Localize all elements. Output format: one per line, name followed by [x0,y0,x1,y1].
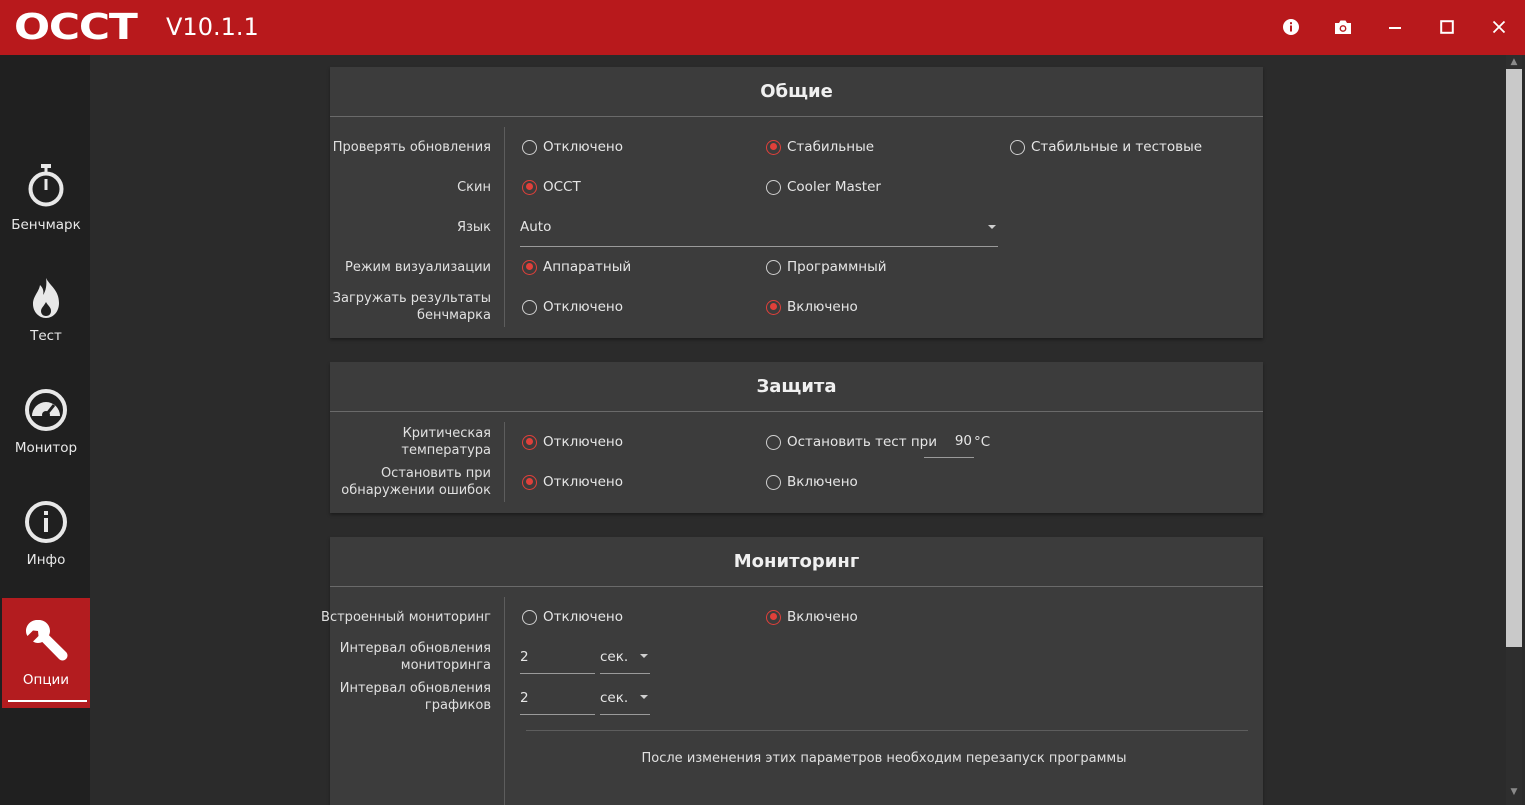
radio-icon [522,299,537,315]
radio-icon [766,179,781,195]
radio-icon [766,609,781,625]
panel-protection: Защита Критическая температура Отключено… [330,362,1263,513]
flame-icon [26,276,66,324]
sidebar-item-label: Опции [22,672,70,688]
radio-render-software[interactable]: Программный [766,247,887,287]
minimize-icon[interactable] [1382,14,1408,40]
radio-icon [1010,139,1025,155]
scroll-down-icon[interactable]: ▼ [1506,785,1522,799]
radio-upload-off[interactable]: Отключено [522,287,623,327]
radio-temp-stop[interactable]: Остановить тест при [766,422,937,462]
setting-upload-results: Загружать результаты бенчмарка Отключено… [330,287,1263,327]
sidebar-item-label: Инфо [26,552,66,568]
radio-updates-stable-beta[interactable]: Стабильные и тестовые [1010,127,1202,167]
radio-icon [766,434,781,450]
radio-icon [766,139,781,155]
radio-upload-on[interactable]: Включено [766,287,858,327]
app-version: V10.1.1 [166,13,259,41]
radio-icon [522,179,537,195]
setting-graph-interval: Интервал обновления графиков 2 сек. [330,677,1263,717]
radio-skin-cooler-master[interactable]: Cooler Master [766,167,881,207]
radio-icon [522,609,537,625]
radio-error-off[interactable]: Отключено [522,462,623,502]
setting-label: Встроенный мониторинг [321,609,491,625]
active-indicator [8,700,87,702]
title-bar: OCCT V10.1.1 [0,0,1525,55]
chevron-down-icon [988,225,996,229]
radio-icon [766,299,781,315]
setting-check-updates: Проверять обновления Отключено Стабильны… [330,127,1263,167]
refresh-interval-input[interactable]: 2 [520,640,595,674]
radio-render-hardware[interactable]: Аппаратный [522,247,631,287]
sidebar-item-info[interactable]: Инфо [2,479,90,589]
setting-label: Критическая температура [401,426,491,458]
app-logo: OCCT [14,7,138,48]
radio-temp-off[interactable]: Отключено [522,422,623,462]
sidebar-item-monitor[interactable]: Монитор [2,367,90,477]
refresh-interval-unit-select[interactable]: сек. [600,640,650,674]
panel-title: Мониторинг [330,537,1263,587]
setting-label: Остановить при обнаружении ошибок [341,466,491,498]
close-icon[interactable] [1486,14,1512,40]
radio-icon [766,259,781,275]
radio-icon [522,434,537,450]
info-icon[interactable] [1278,14,1304,40]
setting-label: Загружать результаты бенчмарка [332,291,491,323]
scroll-up-icon[interactable]: ▲ [1506,55,1522,69]
panel-monitoring: Мониторинг Встроенный мониторинг Отключе… [321,537,1263,805]
radio-updates-stable[interactable]: Стабильные [766,127,874,167]
language-value: Auto [520,218,552,235]
radio-monitoring-on[interactable]: Включено [766,597,858,637]
setting-render-mode: Режим визуализации Аппаратный Программны… [330,247,1263,287]
wrench-icon [23,618,69,668]
setting-label: Скин [457,179,491,195]
setting-label: Язык [456,219,491,235]
temp-unit: °C [974,434,991,450]
radio-icon [522,474,537,490]
sidebar-item-options[interactable]: Опции [2,598,90,708]
panel-general: Общие Проверять обновления Отключено Ста… [330,67,1263,338]
sidebar-item-label: Тест [30,328,62,344]
restart-note: После изменения этих параметров необходи… [641,751,1127,766]
chevron-down-icon [640,695,648,699]
setting-critical-temp: Критическая температура Отключено Остано… [330,422,1263,462]
radio-monitoring-off[interactable]: Отключено [522,597,623,637]
setting-label: Интервал обновления графиков [339,681,491,713]
sidebar-item-benchmark[interactable]: Бенчмарк [2,143,90,253]
panel-title: Защита [330,362,1263,412]
scrollbar[interactable]: ▲ ▼ [1503,55,1525,805]
radio-icon [766,474,781,490]
setting-skin: Скин OCCT Cooler Master [330,167,1263,207]
sidebar-item-label: Монитор [14,440,78,456]
info-circle-icon [24,500,68,548]
gauge-icon [24,388,68,436]
setting-label: Проверять обновления [332,139,491,155]
radio-error-on[interactable]: Включено [766,462,858,502]
radio-updates-off[interactable]: Отключено [522,127,623,167]
setting-refresh-interval: Интервал обновления мониторинга 2 сек. [330,637,1263,677]
language-select[interactable]: Auto [520,207,998,247]
graph-interval-input[interactable]: 2 [520,681,595,715]
stopwatch-icon [25,163,67,213]
sidebar: Бенчмарк Тест Монитор Инфо Опции [0,55,90,805]
panel-title: Общие [330,67,1263,117]
maximize-icon[interactable] [1434,14,1460,40]
radio-icon [522,139,537,155]
setting-stop-on-error: Остановить при обнаружении ошибок Отключ… [330,462,1263,502]
setting-language: Язык Auto [330,207,1263,247]
setting-label: Режим визуализации [344,259,491,275]
setting-builtin-monitoring: Встроенный мониторинг Отключено Включено [321,597,1263,637]
scrollbar-thumb[interactable] [1506,69,1522,647]
temp-limit-input[interactable]: 90 [924,422,974,458]
radio-skin-occt[interactable]: OCCT [522,167,581,207]
camera-icon[interactable] [1330,14,1356,40]
setting-label: Интервал обновления мониторинга [339,641,491,673]
settings-content: Общие Проверять обновления Отключено Ста… [90,55,1503,805]
divider [526,730,1248,731]
radio-icon [522,259,537,275]
chevron-down-icon [640,654,648,658]
sidebar-item-test[interactable]: Тест [2,255,90,365]
graph-interval-unit-select[interactable]: сек. [600,681,650,715]
sidebar-item-label: Бенчмарк [11,217,81,233]
